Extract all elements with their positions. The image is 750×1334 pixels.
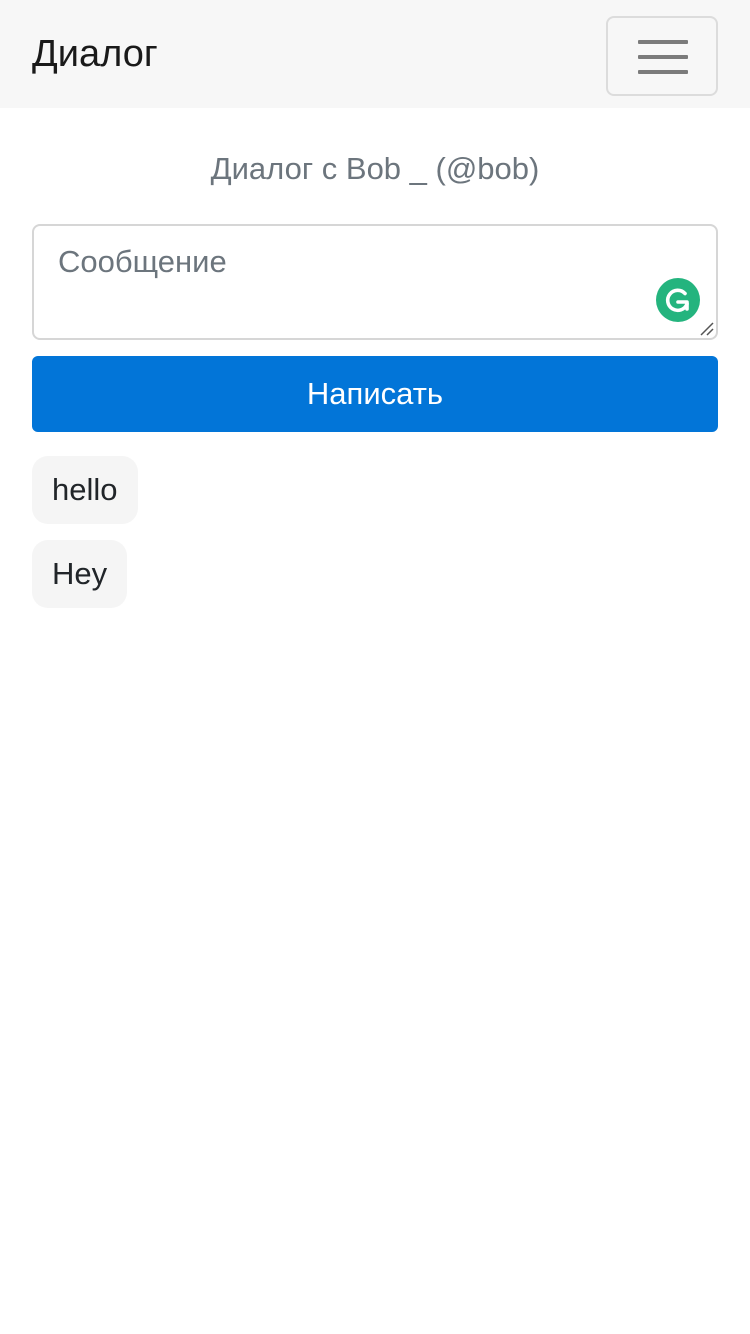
navbar: Диалог — [0, 0, 750, 108]
grammarly-icon[interactable] — [656, 278, 700, 322]
menu-toggle-button[interactable] — [606, 16, 718, 96]
send-button[interactable]: Написать — [32, 356, 718, 432]
navbar-brand[interactable]: Диалог — [32, 31, 158, 77]
resize-handle-icon[interactable] — [698, 320, 714, 336]
message-input[interactable] — [32, 224, 718, 340]
message-bubble: hello — [32, 456, 138, 524]
hamburger-menu-icon-bar — [638, 55, 688, 59]
hamburger-menu-icon-bar — [638, 70, 688, 74]
message-bubble: Hey — [32, 540, 128, 608]
hamburger-menu-icon — [638, 40, 688, 44]
message-composer — [32, 224, 718, 340]
dialog-title: Диалог с Bob _ (@bob) — [210, 151, 540, 186]
